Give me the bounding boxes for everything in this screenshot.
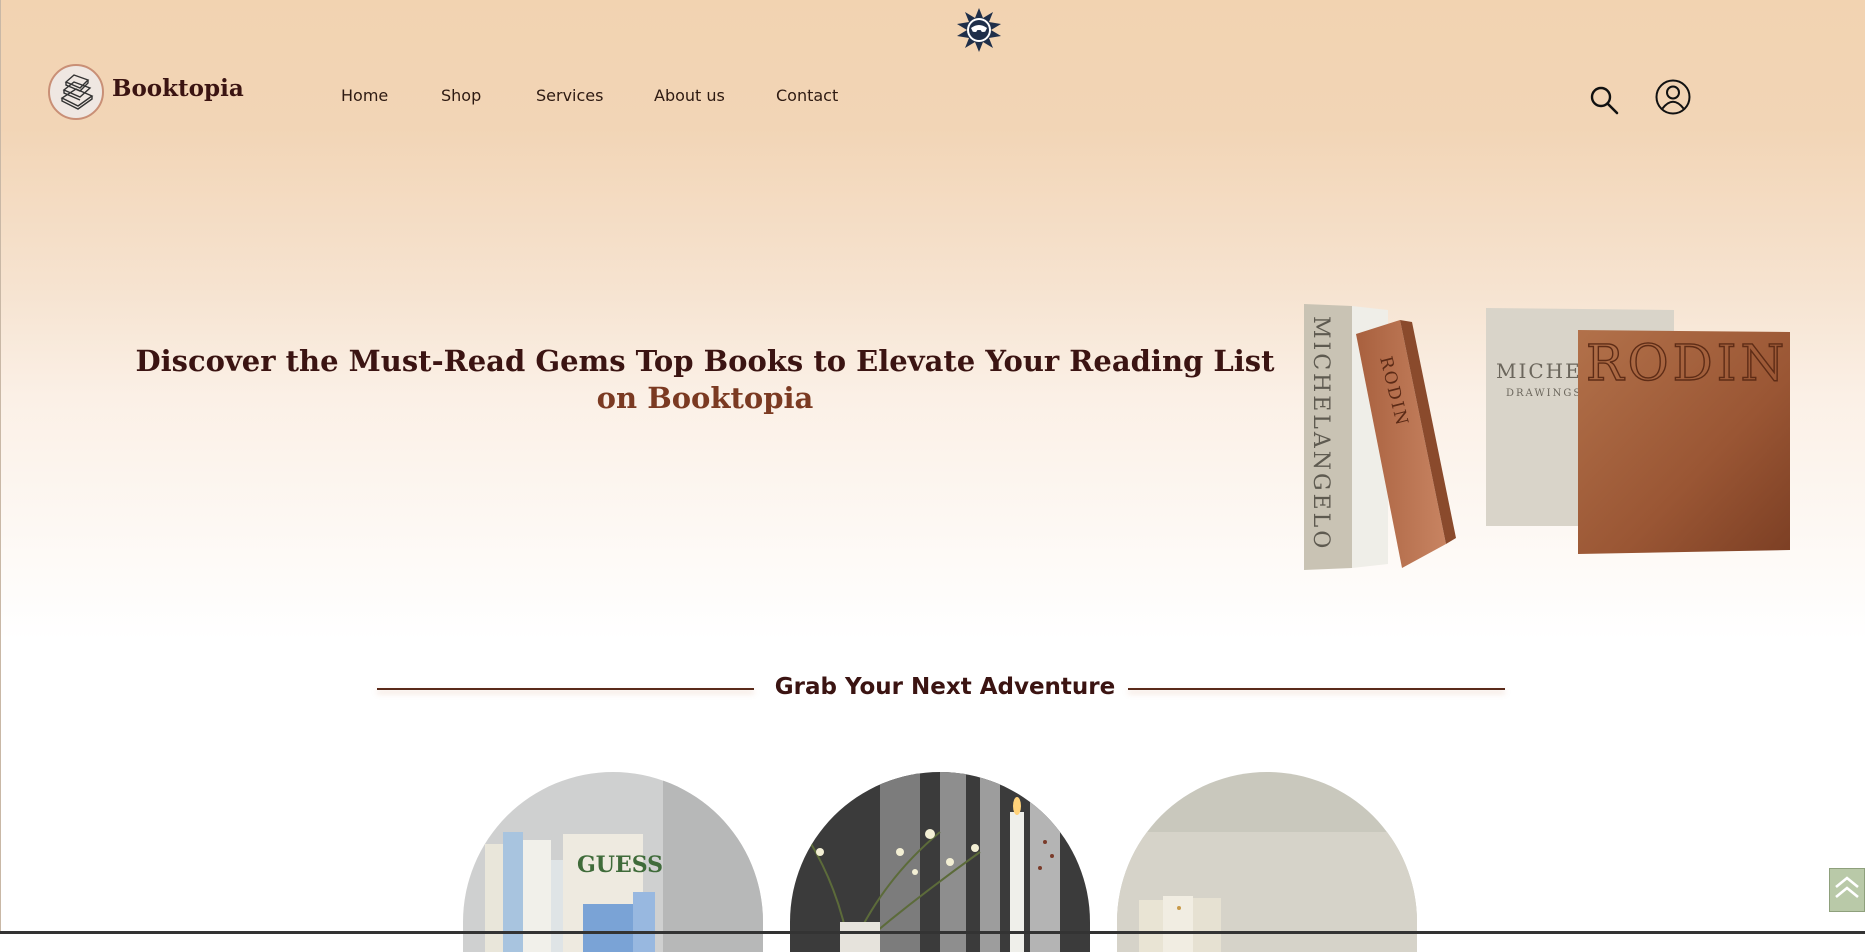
section-rule-right [1128, 688, 1505, 690]
book-card-1[interactable]: GUESS [463, 772, 763, 952]
stacked-books-icon [60, 74, 94, 110]
page-edge [0, 0, 1, 934]
nav-contact[interactable]: Contact [776, 86, 838, 105]
scroll-to-top-button[interactable] [1829, 868, 1865, 912]
hero-books-image: MICHELANGELO RODIN MICHEL DRAWINGS & ROD… [1304, 304, 1790, 570]
card-image-flowers [790, 772, 1090, 952]
nav-home[interactable]: Home [341, 86, 388, 105]
section-title: Grab Your Next Adventure [774, 674, 1116, 700]
book-card-2[interactable] [790, 772, 1090, 952]
nav-services[interactable]: Services [536, 86, 603, 105]
nav-shop[interactable]: Shop [441, 86, 481, 105]
logo-icon[interactable] [48, 64, 104, 120]
book-card-3[interactable] [1117, 772, 1417, 952]
hero-headline-accent: on Booktopia [596, 381, 814, 415]
section-rule-left [377, 688, 754, 690]
card-image-books: GUESS [463, 772, 763, 952]
chevron-up-icon [1835, 876, 1859, 899]
michelangelo-spine-title: MICHELANGELO [1308, 316, 1333, 551]
hero-headline-main: Discover the Must-Read Gems Top Books to… [135, 344, 1275, 378]
nav-about-us[interactable]: About us [654, 86, 725, 105]
rodin-cover-title: RODIN [1586, 334, 1788, 392]
user-icon[interactable] [1655, 79, 1691, 115]
search-icon[interactable] [1588, 84, 1620, 116]
hero-headline: Discover the Must-Read Gems Top Books to… [110, 343, 1300, 417]
compass-emblem-icon [957, 8, 1001, 52]
brand-name[interactable]: Booktopia [112, 75, 244, 102]
card-book-label: GUESS [577, 852, 663, 878]
card-image-beige-books [1117, 772, 1417, 952]
